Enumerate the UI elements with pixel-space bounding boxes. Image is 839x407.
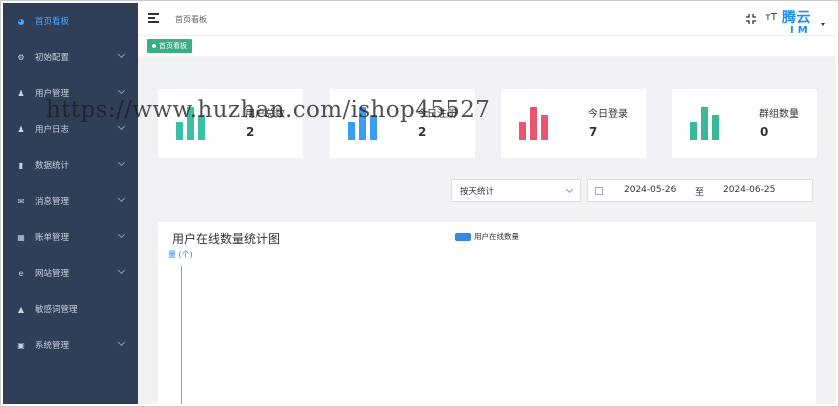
legend-label: 用户在线数量	[474, 232, 519, 241]
top-header: 首页看板 тT 腾云 IM	[138, 3, 836, 36]
chevron-down-icon	[117, 338, 126, 347]
config-icon: ⚙	[17, 52, 25, 62]
sidebar-item-1[interactable]: ⚙ 初始配置	[3, 39, 138, 75]
chevron-down-icon	[117, 122, 126, 131]
main-content: 用户总数 2 今日注册 2 今日登录 7 群组数量 0 按天统计 2024-05-26 至 2…	[138, 57, 836, 404]
sidebar-item-label: 敏感词管理	[35, 305, 78, 315]
chart-panel: 用户在线数量统计图 量 (个) 用户在线数量	[158, 222, 816, 404]
dashboard-icon: ◕	[17, 16, 25, 26]
sidebar-item-7[interactable]: e 网站管理	[3, 255, 138, 291]
tag-dashboard[interactable]: 首页看板	[147, 39, 192, 53]
chevron-down-icon	[117, 194, 126, 203]
brand-sub: IM	[790, 25, 812, 36]
sidebar-item-label: 数据统计	[35, 161, 70, 171]
y-axis-label: 量 (个)	[168, 250, 193, 259]
stat-label: 用户总数	[245, 109, 285, 120]
chevron-down-icon	[117, 266, 126, 275]
chevron-down-icon	[117, 86, 126, 95]
bar-chart-icon: ▮	[18, 160, 24, 170]
period-select-value: 按天统计	[460, 186, 495, 197]
caret-down-icon[interactable]	[821, 23, 825, 26]
stat-card[interactable]: 群组数量 0	[672, 89, 817, 158]
chevron-down-icon	[565, 185, 574, 194]
sidebar-item-label: 用户管理	[35, 89, 70, 99]
chevron-down-icon	[117, 50, 126, 59]
user-log-icon: ♟	[17, 124, 25, 134]
tag-label: 首页看板	[159, 42, 187, 50]
user-icon: ♟	[17, 88, 25, 98]
chevron-down-icon	[117, 158, 126, 167]
scrollbar[interactable]	[832, 58, 836, 404]
fullscreen-icon[interactable]	[745, 13, 757, 25]
stat-value: 2	[418, 125, 427, 139]
bill-icon: ▦	[17, 232, 25, 242]
start-date[interactable]: 2024-05-26	[624, 185, 676, 195]
stat-value: 7	[589, 125, 598, 139]
sidebar-item-label: 首页看板	[35, 17, 70, 27]
ie-icon: e	[18, 268, 24, 278]
calendar-icon	[595, 187, 603, 195]
period-select[interactable]: 按天统计	[451, 179, 581, 202]
stat-label: 今日注册	[417, 109, 457, 120]
stat-value: 2	[246, 125, 255, 139]
tags-bar: 首页看板	[138, 36, 836, 56]
sidebar-item-9[interactable]: ▣ 系统管理	[3, 327, 138, 363]
sidebar-item-2[interactable]: ♟ 用户管理	[3, 75, 138, 111]
breadcrumb[interactable]: 首页看板	[175, 14, 207, 25]
menu-toggle-icon[interactable]	[148, 13, 159, 23]
warning-icon: ▲	[17, 304, 25, 314]
stat-card[interactable]: 今日注册 2	[330, 89, 475, 158]
dot-icon	[152, 44, 156, 48]
sidebar-item-0[interactable]: ◕ 首页看板	[3, 3, 138, 39]
sidebar-item-8[interactable]: ▲ 敏感词管理	[3, 291, 138, 327]
bar-chart-icon	[519, 107, 553, 140]
stat-card[interactable]: 今日登录 7	[501, 89, 646, 158]
sidebar-item-5[interactable]: ✉ 消息管理	[3, 183, 138, 219]
sidebar-item-6[interactable]: ▦ 账单管理	[3, 219, 138, 255]
stat-value: 0	[760, 125, 769, 139]
sidebar-item-label: 消息管理	[35, 197, 70, 207]
font-size-icon[interactable]: тT	[765, 12, 777, 23]
sidebar-item-label: 系统管理	[35, 341, 70, 351]
sidebar: ◕ 首页看板 ⚙ 初始配置 ♟ 用户管理 ♟ 用户日志 ▮ 数据统计 ✉ 消息管理 ▦ 账单管理 e 网站管理…	[3, 3, 138, 404]
bar-chart-icon	[690, 107, 724, 140]
sidebar-item-3[interactable]: ♟ 用户日志	[3, 111, 138, 147]
legend-swatch	[455, 232, 471, 241]
stat-label: 群组数量	[759, 109, 799, 120]
chart-title: 用户在线数量统计图	[172, 232, 281, 246]
sidebar-item-4[interactable]: ▮ 数据统计	[3, 147, 138, 183]
end-date[interactable]: 2024-06-25	[723, 185, 775, 195]
sidebar-item-label: 网站管理	[35, 269, 70, 279]
chart-legend[interactable]: 用户在线数量	[455, 231, 519, 242]
y-axis-line	[181, 266, 182, 404]
mail-icon: ✉	[17, 196, 25, 206]
stat-card[interactable]: 用户总数 2	[158, 89, 303, 158]
stat-label: 今日登录	[588, 109, 628, 120]
bar-chart-icon	[176, 107, 210, 140]
sidebar-item-label: 账单管理	[35, 233, 70, 243]
sidebar-item-label: 初始配置	[35, 53, 70, 63]
sidebar-item-label: 用户日志	[35, 125, 70, 135]
bar-chart-icon	[348, 107, 382, 140]
chevron-down-icon	[117, 230, 126, 239]
system-icon: ▣	[17, 340, 25, 350]
date-range-picker[interactable]: 2024-05-26 至 2024-06-25	[587, 179, 813, 202]
brand-logo[interactable]: 腾云 IM	[782, 7, 832, 36]
date-separator: 至	[695, 188, 705, 198]
